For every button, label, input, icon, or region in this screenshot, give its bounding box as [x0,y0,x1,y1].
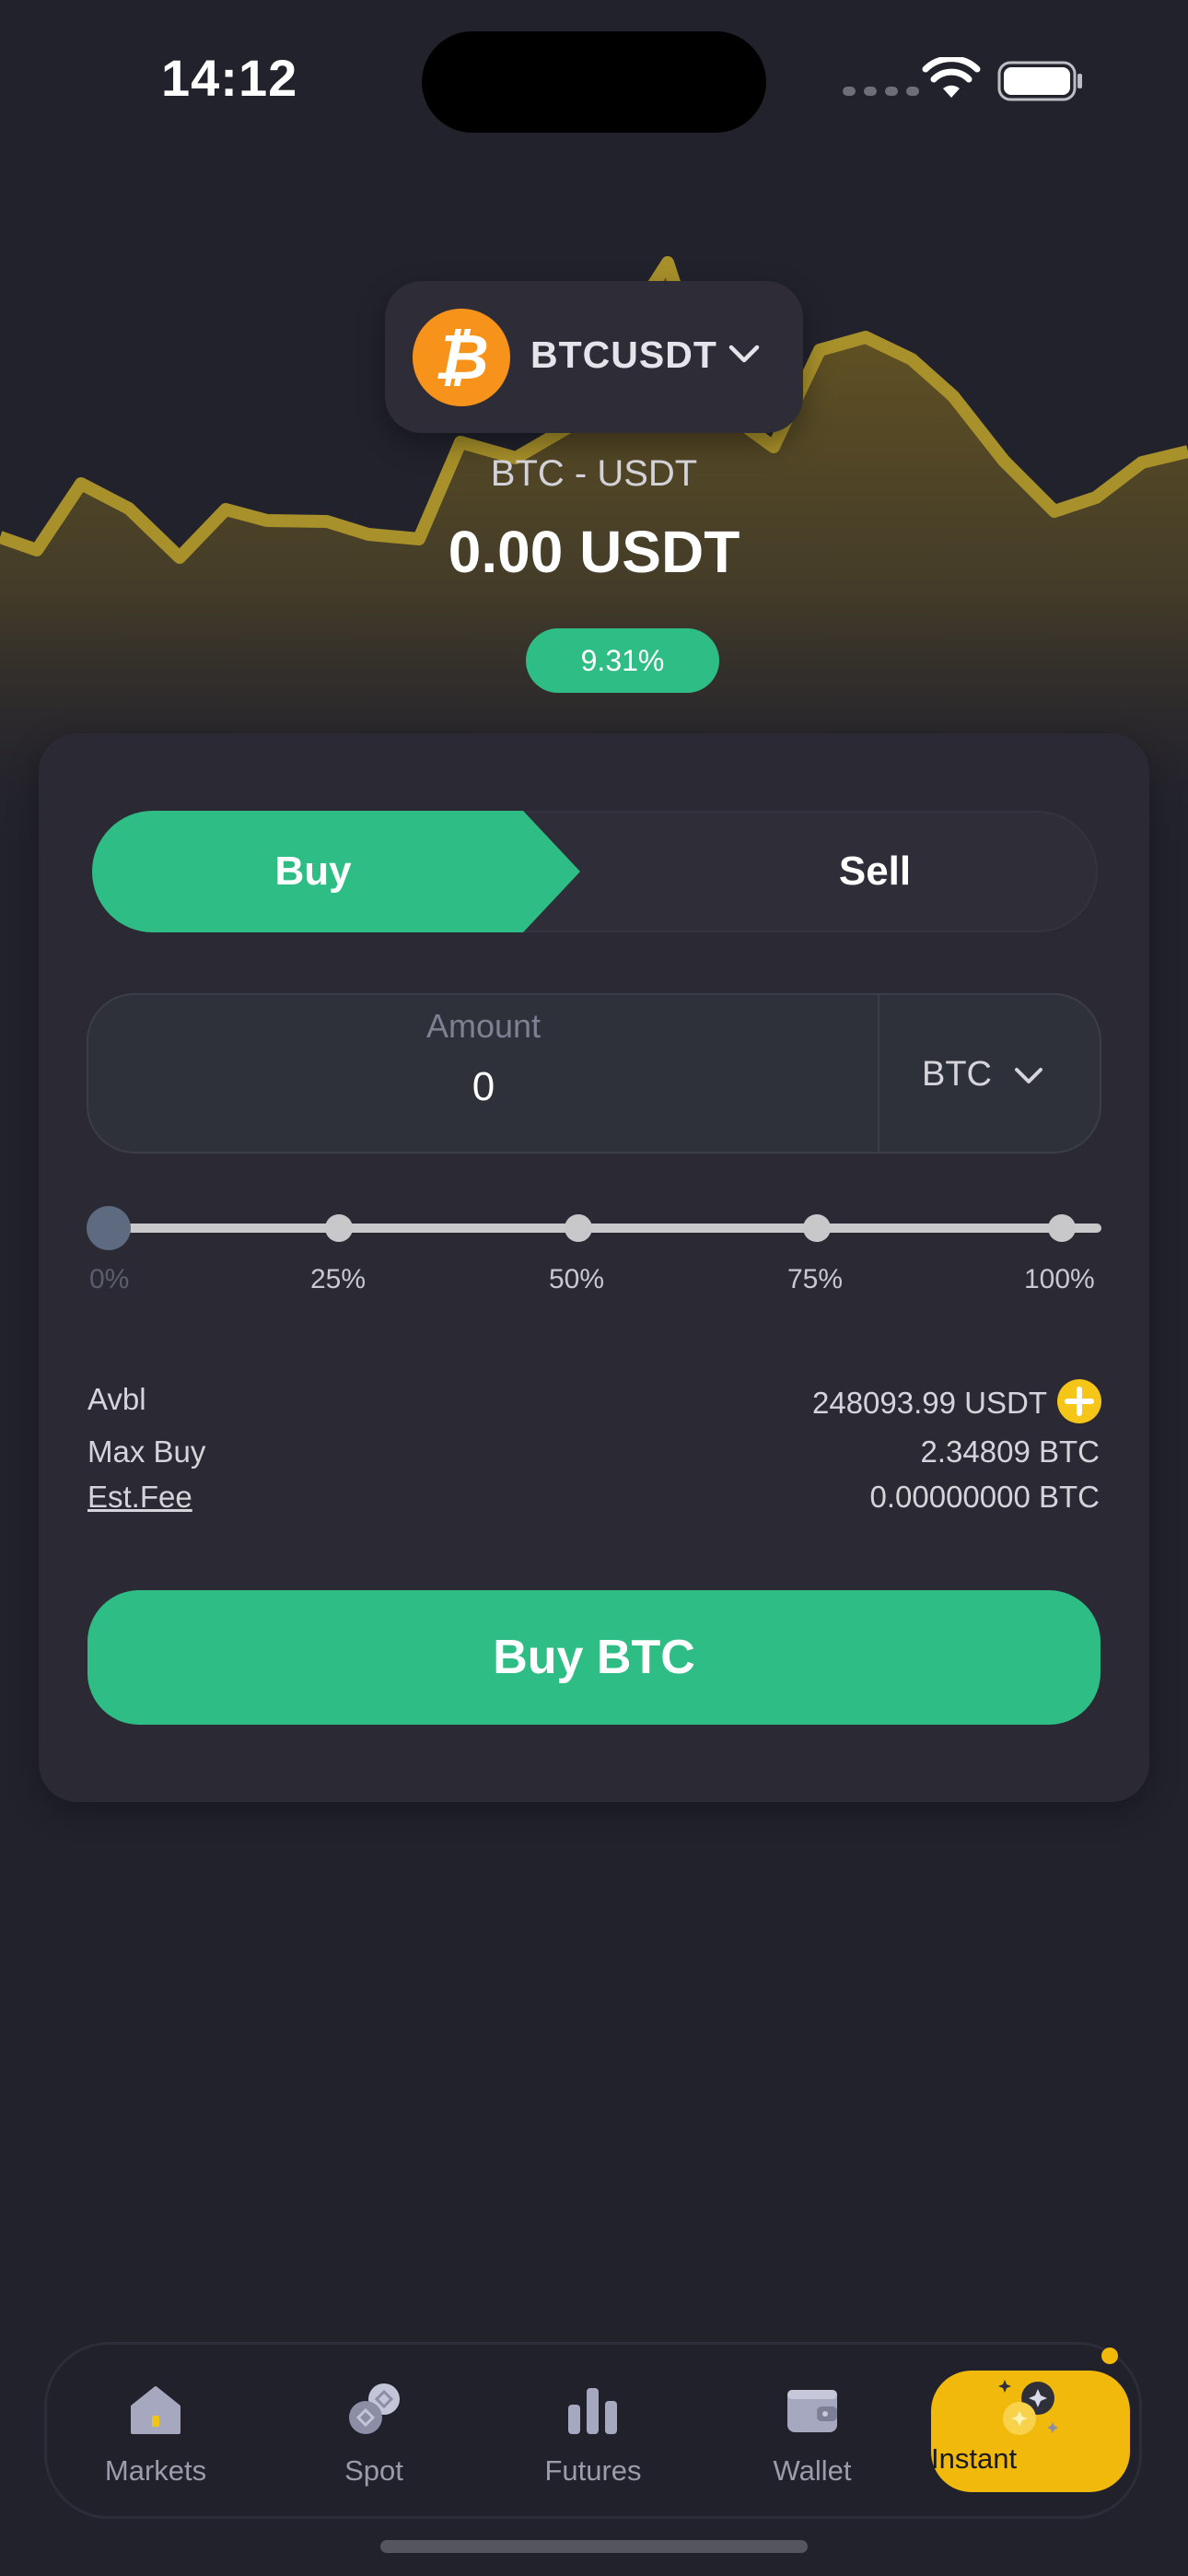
slider-stop-75[interactable] [803,1214,831,1242]
buy-btc-button[interactable]: Buy BTC [87,1590,1101,1725]
add-funds-icon[interactable] [1057,1379,1101,1423]
tab-futures[interactable]: Futures [506,2359,681,2506]
tab-label: Markets [104,2454,207,2487]
slider-stop-100[interactable] [1048,1214,1076,1242]
avbl-label: Avbl [87,1382,146,1416]
pair-label: BTC - USDT [490,453,698,494]
tab-instant[interactable]: Instant [931,2371,1130,2492]
battery-icon [997,61,1082,101]
avbl-value: 248093.99 USDT [812,1386,1047,1420]
tab-label: Instant [931,2442,1018,2475]
max-buy-value: 2.34809 BTC [920,1434,1100,1469]
dynamic-island [422,31,766,133]
change-badge: 9.31% [526,628,719,693]
tab-label: Spot [344,2454,403,2487]
est-fee-value: 0.00000000 BTC [869,1480,1100,1514]
tab-markets[interactable]: Markets [68,2359,243,2506]
sparkle-coins-icon [998,2380,1058,2435]
home-indicator [380,2540,808,2553]
amount-slider-thumb[interactable] [87,1206,131,1250]
chevron-down-icon [728,345,760,363]
bitcoin-icon: ₿ [413,309,510,406]
tab-label: Wallet [773,2454,852,2487]
max-buy-label: Max Buy [87,1434,206,1469]
status-time: 14:12 [161,49,298,107]
tab-label: Futures [544,2454,642,2487]
slider-stop-25[interactable] [325,1214,353,1242]
chevron-down-icon [1015,1068,1042,1083]
amount-slider-track[interactable] [109,1224,1101,1233]
slider-tick-label: 75% [787,1264,844,1294]
tab-spot[interactable]: Spot [286,2359,461,2506]
wallet-icon [787,2390,837,2432]
unit-selector[interactable]: BTC [922,1055,992,1095]
slider-tick-label: 0% [89,1264,130,1294]
slider-tick-label: 25% [310,1264,367,1294]
notification-dot [1101,2348,1118,2364]
slider-tick-label: 100% [1024,1264,1095,1294]
symbol-name: BTCUSDT [530,334,717,376]
est-fee-label[interactable]: Est.Fee [87,1480,192,1515]
tab-buy-label: Buy [274,849,352,894]
wifi-icon [922,57,981,98]
coins-icon [349,2383,400,2434]
amount-label: Amount [425,1007,542,1045]
bar-chart-icon [568,2388,617,2434]
slider-stop-50[interactable] [565,1214,592,1242]
slider-tick-label: 50% [549,1264,605,1294]
tab-sell[interactable]: Sell [635,811,1114,932]
home-icon [131,2386,181,2434]
price-value: 0.00 USDT [448,519,740,585]
amount-input[interactable] [87,1060,880,1115]
signal-icon [843,87,919,96]
tab-wallet[interactable]: Wallet [725,2359,900,2506]
